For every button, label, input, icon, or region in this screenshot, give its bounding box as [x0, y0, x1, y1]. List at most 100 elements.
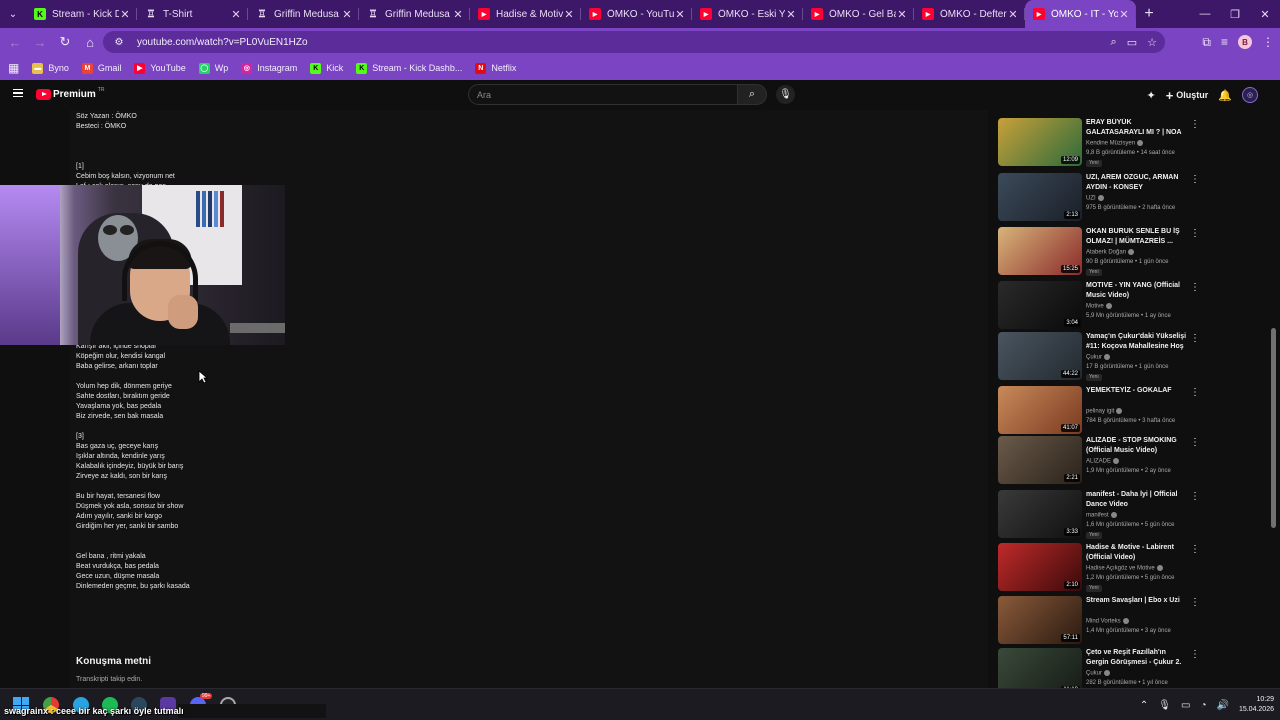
restore-icon[interactable]: ❐: [1220, 8, 1250, 21]
video-thumbnail[interactable]: 11:10: [998, 648, 1082, 688]
video-card[interactable]: 44:22 Yamaç'ın Çukur'daki Yükselişi #11: …: [998, 332, 1268, 382]
video-thumbnail[interactable]: 15:25: [998, 227, 1082, 275]
close-tab-icon[interactable]: ✕: [785, 8, 797, 21]
back-icon[interactable]: ←: [3, 30, 27, 54]
new-tab-button[interactable]: +: [1136, 0, 1162, 28]
extensions-icon[interactable]: ⧉: [1202, 35, 1211, 50]
reload-icon[interactable]: ↻: [53, 30, 77, 54]
video-channel[interactable]: UZI: [1086, 195, 1104, 202]
video-card[interactable]: 2:10 Hadise & Motive - Labirent (Official…: [998, 543, 1268, 593]
video-thumbnail[interactable]: 3:04: [998, 281, 1082, 329]
bookmark-instagram[interactable]: ◎ Instagram: [241, 62, 297, 74]
volume-icon[interactable]: 🔊: [1217, 700, 1229, 711]
video-card[interactable]: 3:33 manifest - Daha İyi | Official Dance…: [998, 490, 1268, 540]
search-input[interactable]: Ara: [468, 84, 738, 105]
video-title[interactable]: MOTIVE - YIN YANG (Official Music Video): [1086, 281, 1188, 301]
clock[interactable]: 10:29 15.04.2026: [1239, 695, 1274, 715]
browser-tab[interactable]: ▶ ÖMKO - İT - Yo ✕: [1025, 0, 1136, 28]
video-channel[interactable]: Hadise Açıkgöz ve Motive: [1086, 565, 1163, 572]
network-icon[interactable]: ◔: [1200, 700, 1206, 711]
close-tab-icon[interactable]: ✕: [674, 8, 686, 21]
video-title[interactable]: YEMEKTEYİZ - GOKALAF: [1086, 386, 1188, 396]
browser-tab[interactable]: ▶ ÖMKO - Eski Yerin✕: [692, 0, 803, 28]
account-avatar[interactable]: ◎: [1242, 87, 1258, 103]
video-title[interactable]: OKAN BURUK SENLE BU İŞ OLMAZ! | MÜMTAZRE…: [1086, 227, 1188, 247]
more-options-icon[interactable]: ⋮: [1190, 437, 1200, 448]
close-window-icon[interactable]: ✕: [1250, 8, 1280, 21]
more-options-icon[interactable]: ⋮: [1190, 491, 1200, 502]
video-channel[interactable]: Motive: [1086, 303, 1112, 310]
video-title[interactable]: Stream Savaşları | Ebo x Uzi: [1086, 596, 1188, 606]
home-icon[interactable]: ⌂: [78, 30, 102, 54]
video-title[interactable]: ERAY BÜYÜK GALATASARAYLI MI ? | NOA LANG…: [1086, 118, 1188, 138]
more-options-icon[interactable]: ⋮: [1190, 228, 1200, 239]
bookmark-folder[interactable]: ▬ Byno: [32, 62, 69, 74]
video-card[interactable]: 11:10Çeto ve Reşit Fazıllah'ın Gergin Gö…: [998, 648, 1268, 688]
close-tab-icon[interactable]: ✕: [341, 8, 353, 21]
more-options-icon[interactable]: ⋮: [1190, 282, 1200, 293]
video-card[interactable]: 3:04 MOTIVE - YIN YANG (Official Music Vi…: [998, 281, 1268, 331]
close-tab-icon[interactable]: ✕: [563, 8, 575, 21]
video-title[interactable]: Yamaç'ın Çukur'daki Yükselişi #11: Koçov…: [1086, 332, 1188, 352]
browser-tab[interactable]: ♖ Griffin Medusa Ba✕: [359, 0, 470, 28]
browser-tab[interactable]: ▶ ÖMKO - Defterde✕: [914, 0, 1025, 28]
notifications-bell-icon[interactable]: 🔔: [1218, 89, 1232, 102]
video-thumbnail[interactable]: 2:13: [998, 173, 1082, 221]
browser-tab[interactable]: ♖ Griffin Medusa Ba✕: [248, 0, 359, 28]
cast-icon[interactable]: ✦: [1146, 89, 1155, 102]
video-title[interactable]: Çeto ve Reşit Fazıllah'ın Gergin Görüşme…: [1086, 648, 1188, 668]
microphone-icon[interactable]: 🎙: [776, 85, 795, 104]
site-info-icon[interactable]: ⚙: [111, 37, 127, 48]
video-thumbnail[interactable]: 3:33: [998, 490, 1082, 538]
menu-icon[interactable]: ⋮: [1262, 35, 1274, 49]
video-card[interactable]: 57:11 Stream Savaşları | Ebo x Uzi Mind Vo…: [998, 596, 1268, 646]
video-title[interactable]: UZI, AREM OZGUC, ARMAN AYDIN - KONSEY: [1086, 173, 1188, 193]
close-tab-icon[interactable]: ✕: [452, 8, 464, 21]
video-thumbnail[interactable]: 57:11: [998, 596, 1082, 644]
more-options-icon[interactable]: ⋮: [1190, 174, 1200, 185]
video-channel[interactable]: pelinay igit: [1086, 408, 1123, 415]
video-title[interactable]: Hadise & Motive - Labirent (Official Vid…: [1086, 543, 1188, 563]
page-scrollbar[interactable]: [1271, 328, 1276, 528]
video-thumbnail[interactable]: 41:07: [998, 386, 1082, 434]
bookmark-star-icon[interactable]: ☆: [1147, 36, 1157, 49]
video-channel[interactable]: Ataberk Doğan: [1086, 249, 1135, 256]
browser-tab[interactable]: ♖ T-Shirt ✕: [137, 0, 248, 28]
close-tab-icon[interactable]: ✕: [119, 8, 131, 21]
video-thumbnail[interactable]: 2:10: [998, 543, 1082, 591]
video-card[interactable]: 15:25 OKAN BURUK SENLE BU İŞ OLMAZ! | MÜM…: [998, 227, 1268, 277]
close-tab-icon[interactable]: ✕: [896, 8, 908, 21]
video-title[interactable]: manifest - Daha İyi | Official Dance Vid…: [1086, 490, 1188, 510]
video-channel[interactable]: ALIZADE: [1086, 458, 1120, 465]
close-tab-icon[interactable]: ✕: [1118, 8, 1130, 21]
bookmark-whatsapp[interactable]: ◯ Wp: [198, 62, 228, 74]
video-channel[interactable]: Mind Vorteks: [1086, 618, 1129, 625]
close-tab-icon[interactable]: ✕: [230, 8, 242, 21]
bookmark-netflix[interactable]: N Netflix: [475, 62, 516, 74]
more-options-icon[interactable]: ⋮: [1190, 387, 1200, 398]
video-card[interactable]: 2:21 ALIZADE - STOP SMOKING (Official Mus…: [998, 436, 1268, 486]
more-options-icon[interactable]: ⋮: [1190, 119, 1200, 130]
create-button[interactable]: + Oluştur: [1166, 88, 1209, 103]
address-bar[interactable]: ⚙ youtube.com/watch?v=PL0VuEN1HZo ⌕ ▭ ☆: [103, 31, 1165, 53]
video-thumbnail[interactable]: 44:22: [998, 332, 1082, 380]
bookmark-kick[interactable]: K Kick: [310, 62, 343, 74]
profile-avatar[interactable]: B: [1238, 35, 1252, 49]
hamburger-menu-icon[interactable]: [13, 89, 23, 97]
microphone-tray-icon[interactable]: 🎙: [1158, 700, 1171, 711]
bookmark-kick[interactable]: K Stream - Kick Dashb...: [356, 62, 462, 74]
video-thumbnail[interactable]: 12:09: [998, 118, 1082, 166]
minimize-icon[interactable]: —: [1190, 8, 1220, 20]
apps-icon[interactable]: ▦: [8, 61, 19, 75]
display-tray-icon[interactable]: ▭: [1181, 700, 1190, 711]
close-tab-icon[interactable]: ✕: [1007, 8, 1019, 21]
video-channel[interactable]: Çukur: [1086, 670, 1111, 677]
media-icon[interactable]: ≡: [1221, 35, 1228, 49]
browser-tab[interactable]: K Stream - Kick Dashboard✕: [26, 0, 137, 28]
browser-tab[interactable]: ▶ ÖMKO - Gel Bana✕: [803, 0, 914, 28]
zoom-icon[interactable]: ⌕: [1111, 36, 1117, 49]
video-card[interactable]: 12:09 ERAY BÜYÜK GALATASARAYLI MI ? | NOA…: [998, 118, 1268, 168]
tray-chevron-icon[interactable]: ⌃: [1140, 700, 1148, 711]
more-options-icon[interactable]: ⋮: [1190, 597, 1200, 608]
video-channel[interactable]: manifest: [1086, 512, 1117, 519]
